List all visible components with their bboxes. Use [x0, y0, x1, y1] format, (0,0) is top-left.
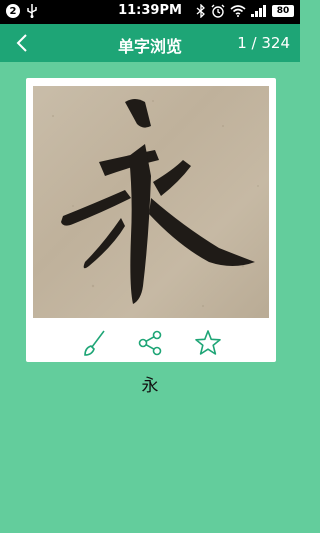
alarm-icon: [211, 4, 225, 18]
wifi-icon: [230, 5, 246, 17]
character-label: 永: [141, 376, 159, 396]
status-bar: 2 11:39PM 80: [0, 0, 300, 24]
brush-icon: [84, 330, 105, 356]
signal-icon: [251, 5, 267, 17]
bluetooth-icon: [196, 4, 206, 18]
favorite-button[interactable]: [194, 329, 222, 357]
calligraphy-image[interactable]: [33, 86, 269, 318]
battery-indicator: 80: [272, 5, 294, 17]
share-icon: [138, 330, 162, 356]
share-button[interactable]: [136, 329, 164, 357]
page-counter: 1 / 324: [237, 34, 290, 52]
card-actions: [26, 326, 276, 358]
top-bar: 单字浏览 1 / 324: [0, 24, 300, 62]
brush-button[interactable]: [80, 329, 108, 357]
star-icon: [195, 330, 221, 355]
character-card: [26, 78, 276, 362]
